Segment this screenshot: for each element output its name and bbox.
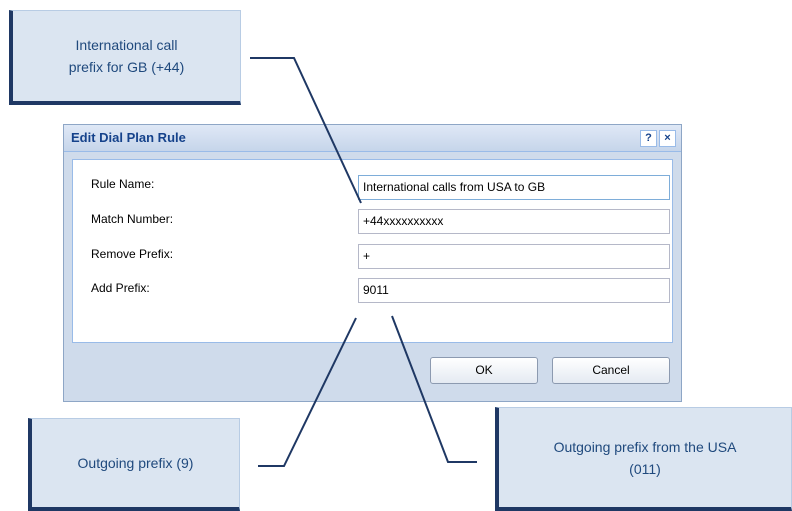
callout-connector-lines — [250, 57, 477, 467]
connector-out9 — [258, 317, 357, 467]
connector-gb — [250, 57, 362, 204]
connector-usa — [391, 315, 477, 463]
